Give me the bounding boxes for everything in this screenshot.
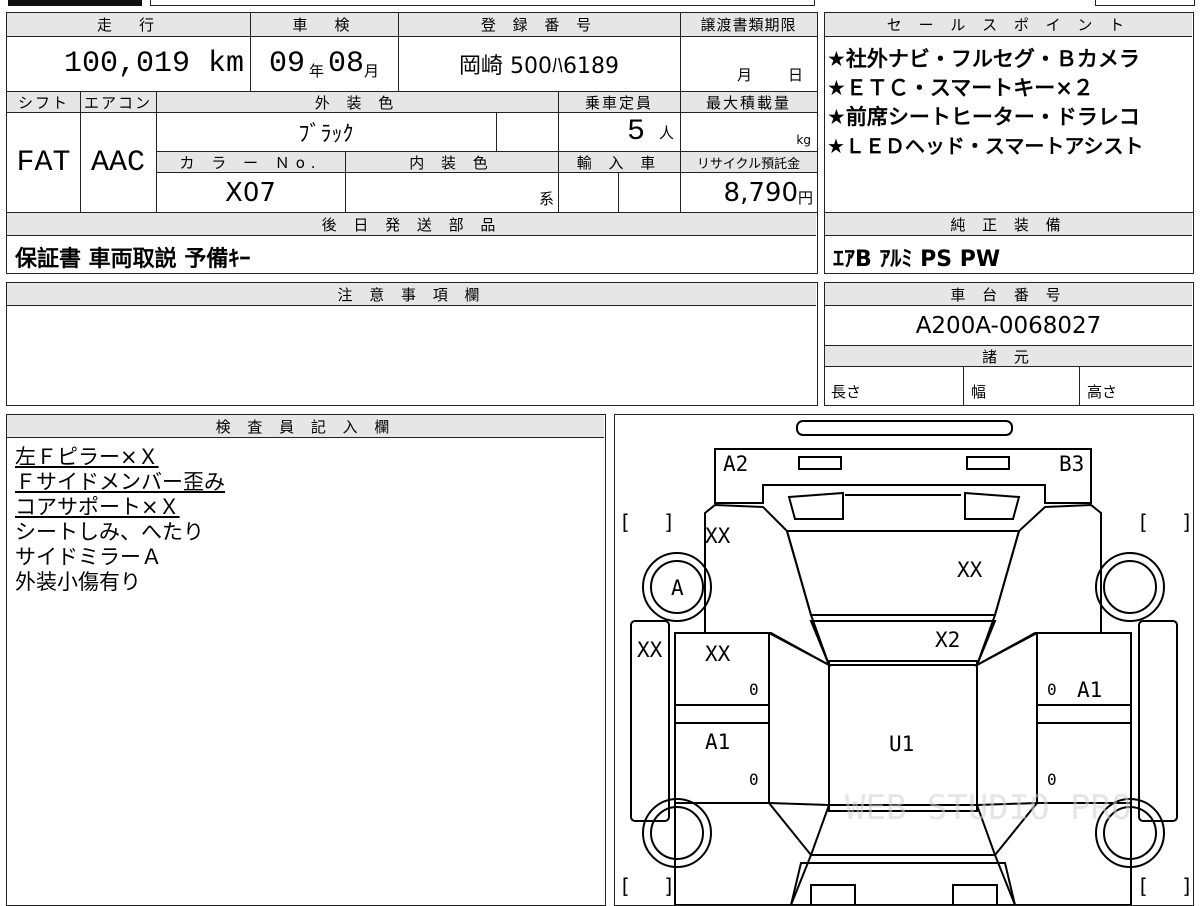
color-no-header: カ ラ ー Ｎo. bbox=[156, 151, 345, 173]
inspector-line: サイドミラーＡ bbox=[15, 545, 162, 569]
registration-header: 登 録 番 号 bbox=[398, 13, 680, 37]
bracket-open: [ bbox=[619, 874, 631, 898]
sales-point-item: ★社外ナビ・フルセグ・Ｂカメラ bbox=[827, 47, 1140, 71]
mark-front-left: A2 bbox=[723, 452, 748, 476]
inspector-line: Ｆサイドメンバー歪み bbox=[15, 470, 225, 494]
car-diagram-box: A2 B3 XX XX A XX XX X2 A1 A1 U1 0 0 0 0 … bbox=[614, 414, 1194, 906]
mileage-value: 100,019 km bbox=[63, 47, 244, 81]
watermark: WEB STUDIO PRO bbox=[845, 788, 1132, 828]
sales-points-list: ★社外ナビ・フルセグ・Ｂカメラ ★ＥＴＣ・スマートキー×２ ★前席シートヒーター… bbox=[827, 45, 1193, 161]
inspector-line: 外装小傷有り bbox=[15, 570, 141, 594]
transfer-deadline-value: 月 日 bbox=[736, 66, 803, 84]
notes-header: 注 意 事 項 欄 bbox=[7, 283, 816, 306]
inspector-line: シートしみ、へたり bbox=[15, 520, 204, 544]
chassis-value: A200A-0068027 bbox=[915, 313, 1102, 339]
shift-value: FAT bbox=[16, 146, 71, 180]
bracket-open: [ bbox=[1137, 874, 1149, 898]
exterior-color-value: ﾌﾞﾗｯｸ bbox=[298, 122, 354, 147]
mark-rear-door-left: A1 bbox=[705, 730, 730, 754]
exterior-color-header: 外 装 色 bbox=[156, 91, 558, 113]
mark-right-front-zero: 0 bbox=[1047, 680, 1057, 699]
sales-point-item: ★前席シートヒーター・ドラレコ bbox=[827, 105, 1140, 129]
import-value-b bbox=[618, 173, 680, 213]
recycle-value: 8,790 円 bbox=[723, 178, 813, 208]
sales-point-item: ★ＥＴＣ・スマートキー×２ bbox=[827, 76, 1094, 100]
mark-hood: XX bbox=[957, 558, 983, 582]
mark-rear-door-left-zero: 0 bbox=[749, 770, 759, 789]
transfer-deadline-header: 譲渡書類期限 bbox=[680, 13, 817, 37]
import-value-a bbox=[558, 173, 618, 213]
inspection-header: 車 検 bbox=[250, 13, 398, 37]
interior-color-header: 内 装 色 bbox=[345, 151, 558, 173]
bracket-close: ] bbox=[1181, 874, 1192, 898]
sales-points-header: セ ー ル ス ポ イ ン ト bbox=[825, 13, 1192, 37]
exterior-color-extra bbox=[496, 113, 558, 151]
inspector-lines: 左Ｆピラー×Ｘ Ｆサイドメンバー歪み コアサポート×Ｘ シートしみ、へたり サイ… bbox=[15, 445, 225, 595]
max-load-value: kg bbox=[796, 133, 811, 147]
color-no-value: X07 bbox=[225, 178, 276, 208]
chassis-header: 車 台 番 号 bbox=[825, 283, 1192, 306]
mark-fender-left: XX bbox=[705, 524, 731, 548]
later-parts-header: 後 日 発 送 部 品 bbox=[7, 213, 816, 236]
mileage-header: 走 行 bbox=[7, 13, 250, 37]
mark-front-right: B3 bbox=[1059, 452, 1084, 476]
later-parts-value: 保証書 車両取説 予備ｷｰ bbox=[15, 247, 251, 272]
inspector-box: 検 査 員 記 入 欄 左Ｆピラー×Ｘ Ｆサイドメンバー歪み コアサポート×Ｘ … bbox=[6, 414, 606, 906]
specs-header: 諸 元 bbox=[825, 345, 1192, 367]
car-diagram: A2 B3 XX XX A XX XX X2 A1 A1 U1 0 0 0 0 … bbox=[619, 420, 1192, 905]
bracket-open: [ bbox=[1137, 510, 1149, 534]
mark-front-door-left: XX bbox=[705, 642, 731, 666]
aircon-header: エアコン bbox=[80, 91, 156, 113]
bracket-close: ] bbox=[663, 510, 675, 534]
mark-front-door-left-zero: 0 bbox=[749, 680, 759, 699]
capacity-header: 乗車定員 bbox=[558, 91, 680, 113]
max-load-header: 最大積載量 bbox=[680, 91, 817, 113]
mark-left-mirror: A bbox=[671, 576, 684, 600]
interior-color-value: 系 bbox=[538, 190, 554, 208]
inspection-value: 09 年 08 月 bbox=[268, 47, 380, 81]
recycle-header: リサイクル預託金 bbox=[680, 151, 817, 173]
capacity-value: 5 人 bbox=[626, 115, 674, 149]
bracket-close: ] bbox=[1181, 510, 1192, 534]
import-header: 輸 入 車 bbox=[558, 151, 680, 173]
mark-left-side: XX bbox=[637, 638, 663, 662]
genuine-equipment-header: 純 正 装 備 bbox=[825, 213, 1192, 236]
genuine-equipment-box: 純 正 装 備 ｴｱB ｱﾙﾐ PS PW bbox=[824, 212, 1194, 274]
mark-rear-right-zero: 0 bbox=[1047, 770, 1057, 789]
spec-height: 高さ bbox=[1087, 383, 1118, 401]
spec-width: 幅 bbox=[971, 383, 987, 401]
chassis-box: 車 台 番 号 A200A-0068027 諸 元 長さ 幅 高さ bbox=[824, 282, 1194, 406]
mark-right-front-door: A1 bbox=[1077, 678, 1102, 702]
vehicle-info-grid: 走 行 車 検 登 録 番 号 譲渡書類期限 100,019 km 09 年 0… bbox=[6, 12, 818, 214]
sales-point-item: ★ＬＥＤヘッド・スマートアシスト bbox=[827, 134, 1144, 158]
spec-length: 長さ bbox=[831, 383, 862, 401]
inspector-header: 検 査 員 記 入 欄 bbox=[7, 415, 604, 438]
registration-value: 岡崎 500ﾊ6189 bbox=[459, 54, 619, 79]
sales-points-box: セ ー ル ス ポ イ ン ト ★社外ナビ・フルセグ・Ｂカメラ ★ＥＴＣ・スマー… bbox=[824, 12, 1194, 214]
mark-windshield: X2 bbox=[935, 628, 960, 652]
aircon-value: AAC bbox=[90, 146, 145, 180]
top-strip bbox=[0, 0, 1200, 6]
inspector-line: 左Ｆピラー×Ｘ bbox=[15, 445, 159, 469]
bracket-open: [ bbox=[619, 510, 631, 534]
genuine-equipment-value: ｴｱB ｱﾙﾐ PS PW bbox=[833, 247, 1001, 272]
inspector-line: コアサポート×Ｘ bbox=[15, 495, 180, 519]
later-parts-box: 後 日 発 送 部 品 保証書 車両取説 予備ｷｰ bbox=[6, 212, 818, 274]
bracket-close: ] bbox=[663, 874, 675, 898]
notes-box: 注 意 事 項 欄 bbox=[6, 282, 818, 406]
shift-header: シフト bbox=[7, 91, 80, 113]
mark-roof: U1 bbox=[889, 732, 914, 756]
